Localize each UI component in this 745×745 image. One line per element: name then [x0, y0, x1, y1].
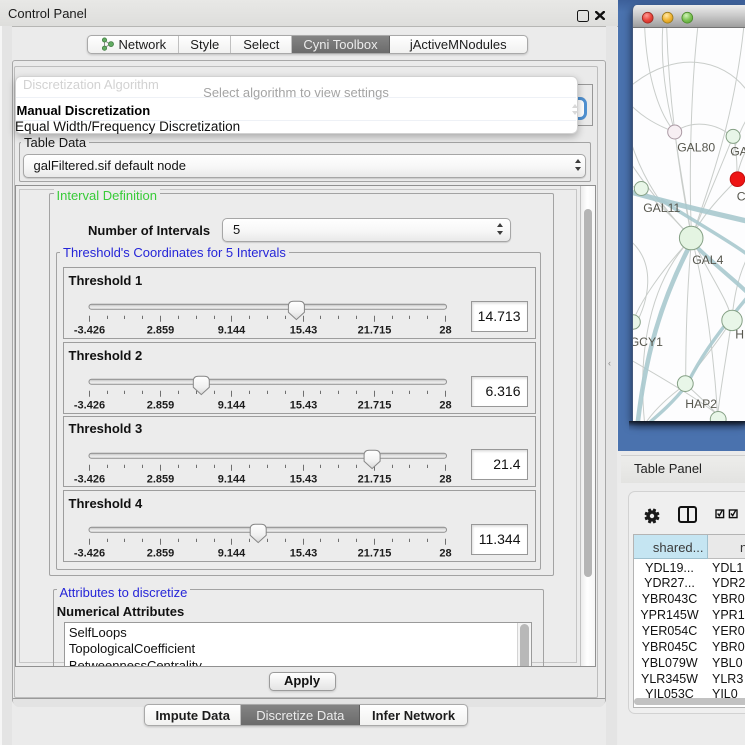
- svg-text:H: H: [735, 327, 744, 341]
- svg-text:9.144: 9.144: [217, 400, 245, 412]
- svg-text:28: 28: [439, 473, 451, 485]
- svg-text:-3.426: -3.426: [73, 325, 104, 337]
- svg-text:15.43: 15.43: [289, 548, 317, 560]
- svg-text:28: 28: [439, 400, 451, 412]
- svg-text:GAL80: GAL80: [677, 140, 715, 154]
- svg-text:21.715: 21.715: [357, 473, 391, 485]
- svg-text:15.43: 15.43: [289, 473, 317, 485]
- svg-text:GCY1: GCY1: [633, 335, 663, 349]
- svg-text:9.144: 9.144: [217, 325, 245, 337]
- svg-text:2.859: 2.859: [146, 400, 174, 412]
- svg-text:21.715: 21.715: [357, 548, 391, 560]
- svg-text:9.144: 9.144: [217, 548, 245, 560]
- svg-text:C: C: [737, 189, 745, 203]
- svg-text:GAL4: GAL4: [692, 253, 723, 267]
- svg-text:GAL11: GAL11: [643, 201, 680, 215]
- svg-text:-3.426: -3.426: [73, 548, 104, 560]
- svg-text:2.859: 2.859: [146, 325, 174, 337]
- svg-text:-3.426: -3.426: [73, 400, 104, 412]
- svg-text:28: 28: [439, 548, 451, 560]
- svg-text:15.43: 15.43: [289, 325, 317, 337]
- svg-text:9.144: 9.144: [217, 473, 245, 485]
- svg-text:21.715: 21.715: [357, 400, 391, 412]
- svg-text:HAP2: HAP2: [685, 397, 717, 411]
- svg-text:GA: GA: [730, 144, 745, 158]
- svg-text:-3.426: -3.426: [73, 473, 104, 485]
- svg-text:21.715: 21.715: [357, 325, 391, 337]
- svg-text:15.43: 15.43: [289, 400, 317, 412]
- svg-text:2.859: 2.859: [146, 473, 174, 485]
- svg-text:2.859: 2.859: [146, 548, 174, 560]
- svg-text:28: 28: [439, 325, 451, 337]
